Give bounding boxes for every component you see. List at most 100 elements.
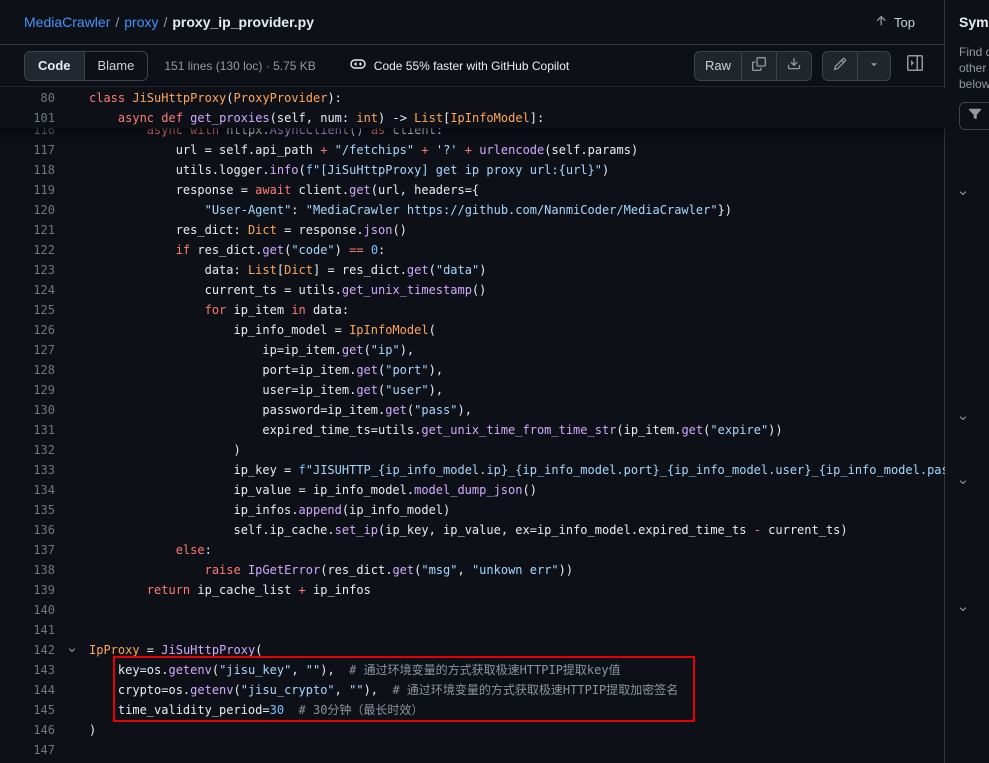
line-number[interactable]: 137 — [0, 540, 55, 560]
breadcrumb-dir-link[interactable]: proxy — [124, 14, 158, 30]
code-line: 133ip_key = f"JISUHTTP_{ip_info_model.ip… — [0, 460, 945, 480]
file-header: MediaCrawler/proxy/proxy_ip_provider.py … — [0, 0, 945, 44]
code-text: self.ip_cache.set_ip(ip_key, ip_value, e… — [89, 520, 945, 540]
code-blame-switch: Code Blame — [24, 51, 148, 81]
code-line: 138 raise IpGetError(res_dict.get("msg", … — [0, 560, 945, 580]
symbols-panel-content: Symbols Find definitions and references … — [945, 0, 989, 130]
code-line: 117url = self.api_path + "/fetchips" + '… — [0, 140, 945, 160]
line-number[interactable]: 146 — [0, 720, 55, 740]
collapse-spacer — [55, 600, 89, 620]
copilot-banner-text: Code 55% faster with GitHub Copilot — [374, 59, 569, 73]
symbols-filter-input[interactable] — [959, 102, 989, 130]
breadcrumb-repo-link[interactable]: MediaCrawler — [24, 14, 110, 30]
edit-dropdown-button[interactable] — [857, 52, 890, 80]
symbols-panel-toggle-button[interactable] — [901, 52, 929, 80]
collapse-spacer — [55, 200, 89, 220]
line-number[interactable]: 147 — [0, 740, 55, 760]
collapse-spacer — [55, 360, 89, 380]
symbol-tree-chevron-down-icon[interactable] — [957, 411, 969, 429]
line-number[interactable]: 126 — [0, 320, 55, 340]
line-number[interactable]: 118 — [0, 160, 55, 180]
copilot-icon — [350, 56, 366, 75]
line-number[interactable]: 143 — [0, 660, 55, 680]
copy-button[interactable] — [741, 52, 776, 80]
line-number[interactable]: 129 — [0, 380, 55, 400]
symbol-tree-chevron-down-icon[interactable] — [957, 186, 969, 204]
line-number[interactable]: 121 — [0, 220, 55, 240]
line-number[interactable]: 132 — [0, 440, 55, 460]
line-number[interactable]: 134 — [0, 480, 55, 500]
code-text — [89, 620, 945, 640]
code-line: 130password=ip_item.get("pass"), — [0, 400, 945, 420]
line-number[interactable]: 117 — [0, 140, 55, 160]
collapse-spacer — [55, 340, 89, 360]
collapse-spacer — [55, 500, 89, 520]
pencil-icon — [833, 57, 847, 74]
tab-code[interactable]: Code — [25, 52, 85, 80]
line-number[interactable]: 142 — [0, 640, 55, 660]
sidebar-panel-icon — [907, 55, 923, 76]
code-line: 126 ip_info_model = IpInfoModel( — [0, 320, 945, 340]
line-number[interactable]: 125 — [0, 300, 55, 320]
collapse-spacer — [55, 400, 89, 420]
code-text: ip_infos.append(ip_info_model) — [89, 500, 945, 520]
copilot-banner[interactable]: Code 55% faster with GitHub Copilot — [350, 56, 569, 75]
line-number[interactable]: 135 — [0, 500, 55, 520]
code-line: 141 — [0, 620, 945, 640]
collapse-spacer — [55, 720, 89, 740]
file-meta: 151 lines (130 loc) · 5.75 KB — [164, 59, 315, 73]
code-line: 118utils.logger.info(f"[JiSuHttpProxy] g… — [0, 160, 945, 180]
line-number[interactable]: 120 — [0, 200, 55, 220]
line-number[interactable]: 140 — [0, 600, 55, 620]
collapse-spacer — [55, 420, 89, 440]
line-number[interactable]: 101 — [0, 108, 55, 128]
collapse-spacer — [55, 220, 89, 240]
code-line: 119response = await client.get(url, head… — [0, 180, 945, 200]
line-number[interactable]: 131 — [0, 420, 55, 440]
line-number[interactable]: 144 — [0, 680, 55, 700]
triangle-down-icon — [868, 58, 880, 73]
symbol-tree-chevron-down-icon[interactable] — [957, 475, 969, 493]
collapse-spacer — [55, 160, 89, 180]
edit-button[interactable] — [823, 52, 857, 80]
line-number[interactable]: 80 — [0, 88, 55, 108]
code-text: ) — [89, 720, 945, 740]
collapse-spacer — [55, 240, 89, 260]
code-text: else: — [89, 540, 945, 560]
code-text: current_ts = utils.get_unix_timestamp() — [89, 280, 945, 300]
breadcrumb-filename: proxy_ip_provider.py — [172, 14, 314, 30]
code-line: 140 — [0, 600, 945, 620]
line-number[interactable]: 122 — [0, 240, 55, 260]
code-text: ip_info_model = IpInfoModel( — [89, 320, 945, 340]
line-number[interactable]: 141 — [0, 620, 55, 640]
code-text: res_dict: Dict = response.json() — [89, 220, 945, 240]
collapse-chevron-icon[interactable] — [55, 640, 89, 660]
download-button[interactable] — [776, 52, 811, 80]
back-to-top-button[interactable]: Top — [874, 14, 915, 31]
line-number[interactable]: 127 — [0, 340, 55, 360]
line-number[interactable]: 123 — [0, 260, 55, 280]
line-number[interactable]: 124 — [0, 280, 55, 300]
raw-button[interactable]: Raw — [695, 52, 741, 80]
line-number[interactable]: 139 — [0, 580, 55, 600]
code-line: 101async def get_proxies(self, num: int)… — [0, 108, 945, 128]
code-text: "User-Agent": "MediaCrawler https://gith… — [89, 200, 945, 220]
line-number[interactable]: 138 — [0, 560, 55, 580]
line-number[interactable]: 136 — [0, 520, 55, 540]
code-line: 131 expired_time_ts=utils.get_unix_time_f… — [0, 420, 945, 440]
line-number[interactable]: 145 — [0, 700, 55, 720]
code-text: expired_time_ts=utils.get_unix_time_from… — [89, 420, 945, 440]
line-number[interactable]: 119 — [0, 180, 55, 200]
sticky-code-lines: 80class JiSuHttpProxy(ProxyProvider):101… — [0, 88, 945, 128]
line-number[interactable]: 128 — [0, 360, 55, 380]
code-text — [89, 740, 945, 760]
code-lines: 116async with httpx.AsyncClient() as cli… — [0, 120, 945, 760]
collapse-spacer — [55, 680, 89, 700]
line-number[interactable]: 133 — [0, 460, 55, 480]
tab-blame[interactable]: Blame — [85, 52, 148, 80]
symbol-tree-chevron-down-icon[interactable] — [957, 602, 969, 620]
code-text: raise IpGetError(res_dict.get("msg", "un… — [89, 560, 945, 580]
code-line: 139return ip_cache_list + ip_infos — [0, 580, 945, 600]
raw-button-group: Raw — [694, 51, 812, 81]
line-number[interactable]: 130 — [0, 400, 55, 420]
